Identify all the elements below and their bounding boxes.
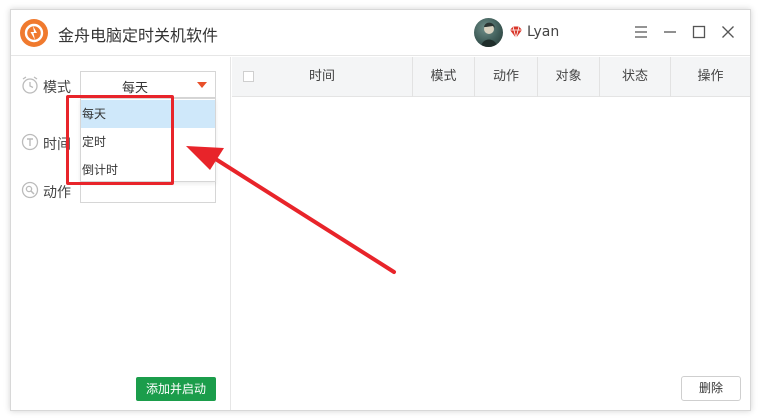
timer-icon — [21, 133, 39, 151]
app-title: 金舟电脑定时关机软件 — [58, 26, 219, 45]
column-header-mode[interactable]: 模式 — [412, 57, 474, 97]
menu-icon[interactable] — [630, 21, 652, 43]
mode-select-value: 每天 — [121, 81, 148, 96]
task-table-panel: 时间 模式 动作 对象 状态 操作 删除 — [232, 57, 750, 410]
action-label: 动作 — [43, 185, 71, 201]
close-icon[interactable] — [717, 21, 739, 43]
column-header-target[interactable]: 对象 — [537, 57, 599, 97]
sidebar: 模式 每天 时间 动作 每天 定时 倒计时 添加并启动 — [11, 57, 231, 410]
username[interactable]: Lyan — [527, 24, 559, 40]
mode-dropdown: 每天 定时 倒计时 — [80, 98, 216, 182]
time-label: 时间 — [43, 137, 71, 153]
add-and-start-button[interactable]: 添加并启动 — [136, 377, 216, 401]
clock-icon — [22, 76, 38, 94]
dropdown-option-countdown[interactable]: 倒计时 — [81, 156, 215, 184]
title-bar: 金舟电脑定时关机软件 Lyan — [11, 10, 750, 56]
avatar[interactable] — [474, 18, 503, 47]
diamond-icon — [510, 26, 522, 39]
mode-label: 模式 — [43, 80, 71, 96]
caret-down-icon[interactable] — [197, 82, 207, 88]
table-header: 时间 模式 动作 对象 状态 操作 — [232, 57, 750, 97]
table-body — [232, 98, 750, 368]
action-icon — [21, 181, 39, 199]
dropdown-option-scheduled[interactable]: 定时 — [81, 128, 215, 156]
column-header-action[interactable]: 动作 — [474, 57, 537, 97]
maximize-icon[interactable] — [688, 21, 710, 43]
minimize-icon[interactable] — [659, 21, 681, 43]
column-header-status[interactable]: 状态 — [599, 57, 670, 97]
mode-select[interactable]: 每天 — [80, 71, 216, 98]
column-header-time[interactable]: 时间 — [232, 57, 412, 97]
app-window: 金舟电脑定时关机软件 Lyan 模式 每天 时间 动作 每天 定时 倒计时 添加… — [10, 9, 751, 411]
delete-button[interactable]: 删除 — [681, 376, 741, 401]
power-logo-icon — [20, 19, 48, 47]
dropdown-option-daily[interactable]: 每天 — [81, 100, 215, 128]
column-header-operation[interactable]: 操作 — [670, 57, 750, 97]
